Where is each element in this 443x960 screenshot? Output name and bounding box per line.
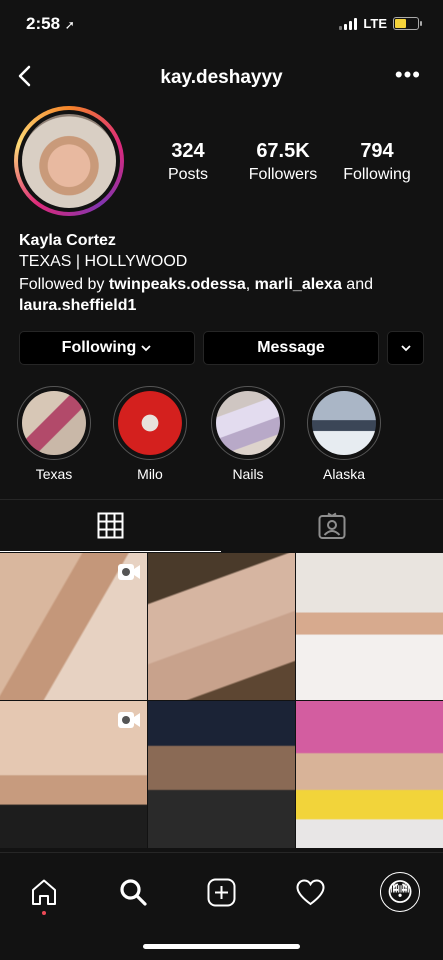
post-thumbnail[interactable] (148, 701, 295, 848)
battery-icon (393, 17, 422, 30)
tagged-tab-icon[interactable] (318, 512, 346, 540)
followed-by: Followed by twinpeaks.odessa, marli_alex… (19, 276, 373, 314)
status-indicators: LTE (339, 16, 422, 31)
post-thumbnail[interactable] (296, 701, 443, 848)
grid-tab-icon[interactable] (97, 512, 124, 539)
location-arrow-icon: ➚ (64, 18, 75, 32)
active-tab-indicator (0, 551, 221, 552)
notification-dot (42, 911, 46, 915)
post-thumbnail[interactable] (0, 701, 147, 848)
more-options-icon[interactable]: ••• (395, 64, 421, 86)
suggested-dropdown-button[interactable] (387, 331, 424, 365)
stat-followers[interactable]: 67.5K Followers (240, 140, 326, 184)
followed-user-link[interactable]: marli_alexa (255, 276, 342, 293)
post-thumbnail[interactable] (0, 553, 147, 700)
followed-user-link[interactable]: twinpeaks.odessa (109, 276, 246, 293)
stat-posts[interactable]: 324 Posts (160, 140, 216, 184)
highlight-nails[interactable]: Nails (210, 386, 286, 482)
post-thumbnail[interactable] (148, 553, 295, 700)
highlight-alaska[interactable]: Alaska (306, 386, 382, 482)
following-button[interactable]: Following (19, 331, 195, 365)
avatar[interactable] (14, 106, 124, 216)
profile-bio: TEXAS | HOLLYWOOD (19, 253, 188, 270)
chevron-down-icon (400, 345, 411, 352)
network-label: LTE (363, 16, 387, 31)
search-icon[interactable] (119, 878, 147, 906)
status-time: 2:58 ➚ (26, 14, 75, 33)
profile-username: kay.deshayyy (160, 67, 283, 88)
message-button[interactable]: Message (203, 331, 379, 365)
activity-heart-icon[interactable] (296, 879, 325, 906)
followed-user-link[interactable]: laura.sheffield1 (19, 297, 136, 314)
stat-following[interactable]: 794 Following (336, 140, 418, 184)
tabs-divider (0, 499, 443, 500)
post-thumbnail[interactable] (296, 553, 443, 700)
signal-icon (339, 17, 358, 30)
home-icon[interactable] (30, 878, 58, 906)
highlight-milo[interactable]: Milo (112, 386, 188, 482)
profile-name: Kayla Cortez (19, 232, 116, 249)
video-icon (118, 712, 140, 728)
new-post-icon[interactable] (207, 878, 236, 907)
video-icon (118, 564, 140, 580)
home-indicator (143, 944, 300, 949)
chevron-down-icon (141, 345, 151, 352)
profile-tab-avatar[interactable]: 😳 (380, 872, 420, 912)
nav-divider (0, 852, 443, 853)
highlight-texas[interactable]: Texas (16, 386, 92, 482)
posts-grid (0, 553, 443, 853)
